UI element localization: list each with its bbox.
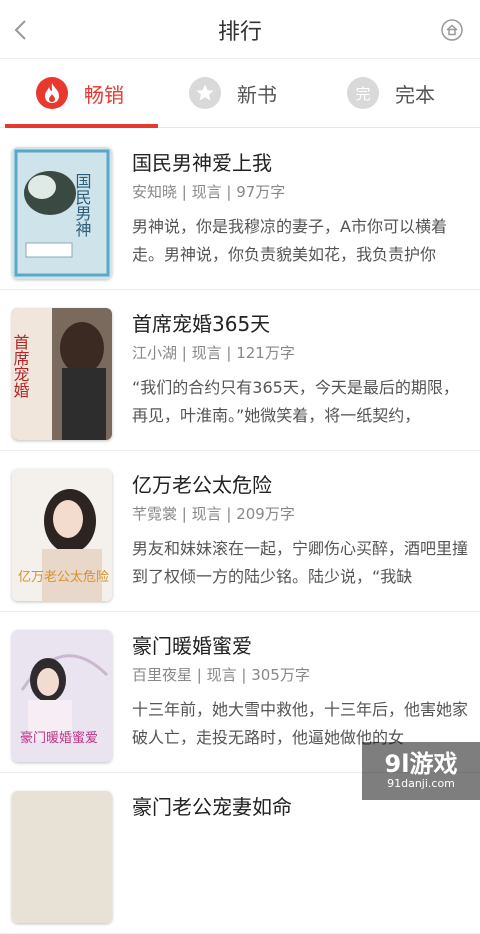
- cover-title-text: 首席宠婚: [12, 334, 30, 398]
- book-category: 现言: [206, 666, 237, 684]
- tab-label: 完本: [395, 82, 435, 107]
- site-watermark: 9l游戏 91danji.com: [362, 742, 480, 800]
- tab-label: 畅销: [84, 82, 124, 107]
- tab-bestselling[interactable]: 畅销: [36, 59, 124, 127]
- page-title: 排行: [217, 20, 262, 45]
- book-author: 百里夜星: [132, 666, 193, 684]
- home-icon[interactable]: [441, 19, 463, 41]
- book-author: 芊霓裳: [132, 505, 178, 523]
- book-description: 男友和妹妹滚在一起，宁卿伤心买醉，酒吧里撞到了权倾一方的陆少铭。陆少说，“我缺: [132, 539, 468, 586]
- book-cover: 首席宠婚: [12, 308, 112, 440]
- book-item[interactable]: 亿万老公太危险 亿万老公太危险 芊霓裳 | 现言 | 209万字 男友和妹妹滚在…: [0, 451, 480, 612]
- book-title: 豪门暖婚蜜爱: [132, 634, 252, 658]
- book-word-count: 121万字: [236, 344, 295, 362]
- top-bar: 排行: [0, 0, 480, 59]
- watermark-logo: 9l游戏: [384, 750, 458, 778]
- book-item[interactable]: 首席宠婚 首席宠婚365天 江小湖 | 现言 | 121万字 “我们的合约只有3…: [0, 290, 480, 451]
- tab-label: 新书: [237, 82, 277, 107]
- tab-completed[interactable]: 完 完本: [347, 59, 435, 127]
- book-meta: 芊霓裳 | 现言 | 209万字: [132, 505, 295, 523]
- book-cover: 亿万老公太危险: [12, 469, 112, 601]
- book-meta: 百里夜星 | 现言 | 305万字: [132, 666, 310, 684]
- watermark-url: 91danji.com: [387, 777, 455, 790]
- book-list: 国民男神 国民男神爱上我 安知晓 | 现言 | 97万字 男神说，你是我穆凉的妻…: [0, 129, 480, 934]
- book-word-count: 305万字: [251, 666, 310, 684]
- book-word-count: 97万字: [236, 183, 286, 201]
- cover-title-text: 国民男神: [73, 173, 92, 237]
- star-icon: [189, 77, 221, 109]
- rank-tabs: 畅销 新书 完 完本: [0, 59, 480, 128]
- book-item[interactable]: 国民男神 国民男神爱上我 安知晓 | 现言 | 97万字 男神说，你是我穆凉的妻…: [0, 129, 480, 290]
- active-tab-indicator: [5, 124, 158, 128]
- book-title: 国民男神爱上我: [132, 151, 272, 175]
- flame-icon: [36, 77, 68, 109]
- book-title: 豪门老公宠妻如命: [132, 795, 292, 819]
- book-author: 安知晓: [132, 183, 178, 201]
- book-title: 首席宠婚365天: [132, 312, 271, 336]
- finished-icon: 完: [347, 77, 379, 109]
- book-meta: 安知晓 | 现言 | 97万字: [132, 183, 286, 201]
- book-cover: [12, 791, 112, 923]
- book-word-count: 209万字: [236, 505, 295, 523]
- book-author: 江小湖: [132, 344, 178, 362]
- book-meta: 江小湖 | 现言 | 121万字: [132, 344, 295, 362]
- cover-title-text: 豪门暖婚蜜爱: [20, 730, 98, 746]
- book-category: 现言: [191, 344, 222, 362]
- book-category: 现言: [191, 183, 222, 201]
- book-description: “我们的合约只有365天，今天是最后的期限，再见，叶淮南。”她微笑着，将一纸契约…: [132, 378, 459, 425]
- book-cover: 国民男神: [12, 147, 112, 279]
- book-cover: 豪门暖婚蜜爱: [12, 630, 112, 762]
- book-title: 亿万老公太危险: [132, 473, 272, 497]
- book-description: 男神说，你是我穆凉的妻子，A市你可以横着走。男神说，你负责貌美如花，我负责护你: [132, 217, 447, 264]
- cover-title-text: 亿万老公太危险: [18, 570, 109, 585]
- tab-new-books[interactable]: 新书: [189, 59, 277, 127]
- book-category: 现言: [191, 505, 222, 523]
